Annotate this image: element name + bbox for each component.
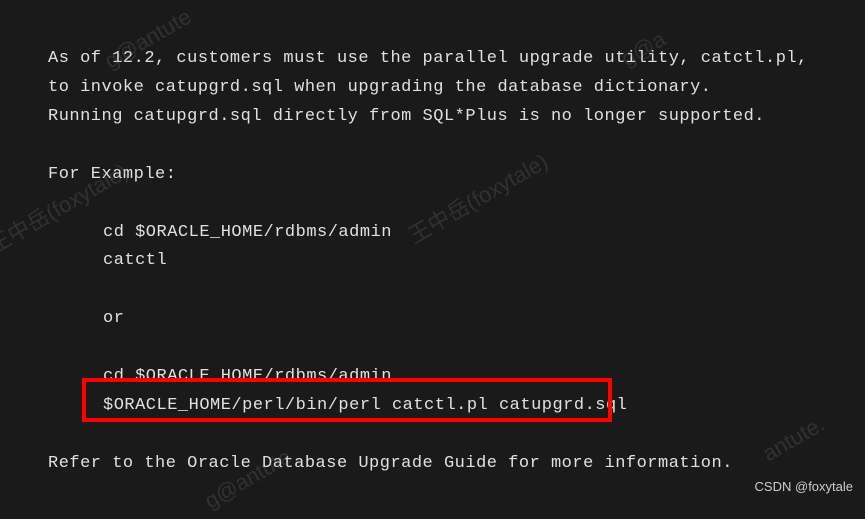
output-line-3: Running catupgrd.sql directly from SQL*P…	[48, 103, 817, 132]
output-line-9-highlighted: $ORACLE_HOME/perl/bin/perl catctl.pl cat…	[48, 392, 817, 421]
blank-line	[48, 132, 817, 161]
output-line-4: For Example:	[48, 161, 817, 190]
blank-line	[48, 190, 817, 219]
blank-line	[48, 334, 817, 363]
output-line-1: As of 12.2, customers must use the paral…	[48, 45, 817, 74]
output-line-8: cd $ORACLE_HOME/rdbms/admin	[48, 363, 817, 392]
output-line-5: cd $ORACLE_HOME/rdbms/admin	[48, 219, 817, 248]
output-line-2: to invoke catupgrd.sql when upgrading th…	[48, 74, 817, 103]
blank-line	[48, 421, 817, 450]
output-line-6: catctl	[48, 247, 817, 276]
credit-label: CSDN @foxytale	[755, 476, 853, 498]
blank-line	[48, 276, 817, 305]
output-line-7: or	[48, 305, 817, 334]
output-line-10: Refer to the Oracle Database Upgrade Gui…	[48, 450, 817, 479]
